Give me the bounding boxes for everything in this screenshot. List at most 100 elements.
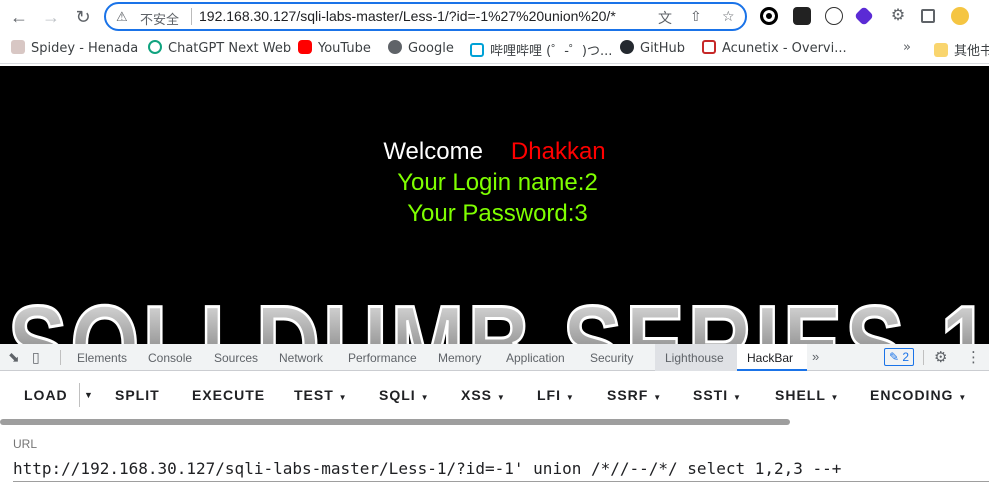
bookmark-item[interactable]: Google — [388, 40, 454, 56]
page-content: Welcome Dhakkan Your Login name:2 Your Pa… — [0, 66, 989, 344]
address-bar[interactable]: ⚠ 不安全 192.168.30.127/sqli-labs-master/Le… — [104, 2, 747, 31]
issues-icon: ✎ — [889, 350, 900, 364]
bookmark-item[interactable]: Spidey - Henada — [11, 40, 138, 56]
bookmark-item[interactable]: GitHub — [620, 40, 685, 56]
tab-lighthouse[interactable]: Lighthouse — [655, 344, 737, 371]
hackbar-url-input[interactable]: http://192.168.30.127/sqli-labs-master/L… — [13, 459, 841, 478]
lfi-label: LFI — [537, 387, 561, 403]
more-options-icon[interactable]: ⋮ — [966, 348, 981, 366]
tab-elements[interactable]: Elements — [77, 351, 127, 365]
divider — [60, 350, 61, 365]
extension-hat-icon[interactable] — [825, 7, 843, 25]
tab-performance[interactable]: Performance — [348, 351, 417, 365]
tab-network[interactable]: Network — [279, 351, 323, 365]
caret-down-icon: ▼ — [653, 393, 663, 402]
caret-down-icon: ▼ — [420, 393, 430, 402]
divider — [923, 350, 924, 365]
shell-menu[interactable]: SHELL ▼ — [775, 387, 839, 403]
bookmark-star-icon[interactable]: ☆ — [722, 8, 735, 25]
tab-console[interactable]: Console — [148, 351, 192, 365]
extension-purple-icon[interactable] — [854, 6, 874, 26]
extension-dark-icon[interactable] — [793, 7, 811, 25]
inspect-element-icon[interactable]: ⬊ — [8, 349, 20, 366]
split-button[interactable]: SPLIT — [115, 387, 160, 403]
caret-down-icon: ▼ — [338, 393, 348, 402]
sqli-label: SQLI — [379, 387, 416, 403]
profile-avatar-icon[interactable] — [951, 7, 969, 25]
openai-icon — [148, 40, 162, 54]
login-name-text: Your Login name:2 — [397, 169, 598, 196]
test-label: TEST — [294, 387, 334, 403]
translate-icon[interactable]: 文 — [658, 8, 672, 28]
password-text: Your Password:3 — [407, 200, 588, 227]
more-tabs-icon[interactable]: » — [812, 349, 819, 364]
bookmark-label: YouTube — [318, 41, 371, 56]
encoding-menu[interactable]: ENCODING ▼ — [870, 387, 967, 403]
sqli-banner-logo: SQLI DUMB SERIES-1 — [7, 292, 989, 344]
bookmark-item[interactable]: Acunetix - Overvi... — [702, 40, 847, 56]
welcome-text: Welcome — [383, 138, 483, 165]
tab-sources[interactable]: Sources — [214, 351, 258, 365]
reload-icon[interactable]: ↻ — [71, 5, 95, 29]
share-icon[interactable]: ⇧ — [690, 8, 702, 25]
bookmark-label: GitHub — [640, 41, 686, 56]
bookmark-label: ChatGPT Next Web — [168, 41, 292, 56]
settings-gear-icon[interactable]: ⚙ — [934, 348, 947, 366]
extension-circle-icon[interactable] — [760, 7, 778, 25]
security-label[interactable]: 不安全 — [140, 9, 179, 28]
hackbar-menu: LOAD ▼ SPLIT EXECUTE TEST ▼ SQLI ▼ XSS ▼… — [0, 371, 989, 419]
lfi-menu[interactable]: LFI ▼ — [537, 387, 575, 403]
bookmark-folder[interactable]: 其他书 — [934, 40, 989, 59]
side-panel-icon[interactable] — [921, 9, 935, 23]
warning-icon[interactable]: ⚠ — [116, 9, 128, 25]
github-icon — [620, 40, 634, 54]
shell-label: SHELL — [775, 387, 826, 403]
acunetix-icon — [702, 40, 716, 54]
test-menu[interactable]: TEST ▼ — [294, 387, 348, 403]
extensions-puzzle-icon[interactable]: ⚙ — [889, 7, 907, 25]
tab-lighthouse-label: Lighthouse — [665, 351, 724, 365]
load-button[interactable]: LOAD — [24, 387, 68, 403]
tab-hackbar[interactable]: HackBar — [737, 344, 807, 371]
execute-button[interactable]: EXECUTE — [192, 387, 265, 403]
ssti-menu[interactable]: SSTI ▼ — [693, 387, 742, 403]
xss-label: XSS — [461, 387, 493, 403]
bookmark-item[interactable]: 哔哩哔哩 (゜-゜)つ... — [470, 40, 612, 59]
more-bookmarks-icon[interactable]: » — [903, 40, 911, 55]
bookmark-label: 哔哩哔哩 (゜-゜)つ... — [490, 44, 613, 59]
caret-down-icon: ▼ — [496, 393, 506, 402]
avatar-icon — [11, 40, 25, 54]
caret-down-icon: ▼ — [733, 393, 742, 402]
bookmark-label: Spidey - Henada — [31, 41, 139, 56]
bilibili-icon — [470, 43, 484, 57]
sqli-menu[interactable]: SQLI ▼ — [379, 387, 429, 403]
load-dropdown-icon[interactable]: ▼ — [84, 390, 94, 400]
caret-down-icon: ▼ — [830, 393, 840, 402]
forward-icon[interactable]: → — [39, 5, 63, 29]
url-text[interactable]: 192.168.30.127/sqli-labs-master/Less-1/?… — [199, 8, 649, 24]
username-text: Dhakkan — [510, 138, 606, 165]
encoding-label: ENCODING — [870, 387, 954, 403]
issues-badge[interactable]: ✎ 2 — [884, 348, 915, 366]
tab-security[interactable]: Security — [590, 351, 633, 365]
device-toolbar-icon[interactable]: ▯ — [32, 349, 40, 366]
bookmark-label: Google — [408, 41, 454, 56]
bookmark-item[interactable]: YouTube — [298, 40, 371, 56]
horizontal-scrollbar[interactable] — [0, 419, 790, 425]
bookmarks-bar: Spidey - Henada ChatGPT Next Web YouTube… — [0, 34, 989, 64]
divider — [191, 8, 192, 25]
url-field-label: URL — [13, 437, 38, 451]
ssti-label: SSTI — [693, 387, 729, 403]
ssrf-menu[interactable]: SSRF ▼ — [607, 387, 662, 403]
bookmark-item[interactable]: ChatGPT Next Web — [148, 40, 291, 56]
globe-icon — [388, 40, 402, 54]
tab-application[interactable]: Application — [506, 351, 565, 365]
bookmark-label: 其他书 — [954, 44, 989, 59]
tab-memory[interactable]: Memory — [438, 351, 481, 365]
welcome-line: Welcome Dhakkan — [0, 138, 989, 166]
back-icon[interactable]: ← — [7, 5, 31, 29]
xss-menu[interactable]: XSS ▼ — [461, 387, 506, 403]
divider — [79, 383, 80, 407]
bookmark-label: Acunetix - Overvi... — [722, 41, 847, 56]
url-underline — [13, 481, 989, 482]
